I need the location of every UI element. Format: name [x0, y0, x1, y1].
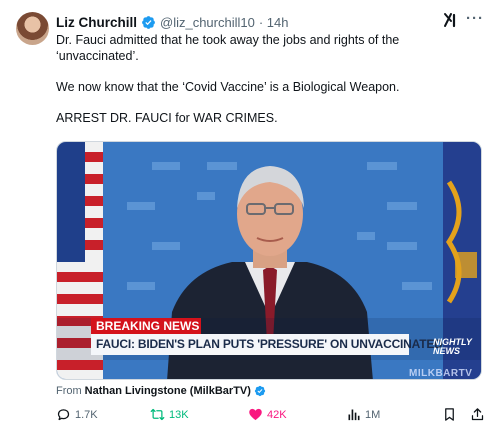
share-button[interactable]	[470, 407, 489, 422]
video-source: From Nathan Livingstone (MilkBarTV)	[56, 385, 266, 397]
network-logo-line: NEWS	[433, 346, 460, 356]
tweet-timestamp[interactable]: · 14h	[259, 15, 289, 30]
repost-count: 13K	[169, 408, 189, 421]
reply-button[interactable]: 1.7K	[56, 407, 98, 422]
tweet-text: Dr. Fauci admitted that he took away the…	[56, 33, 476, 126]
reply-icon	[57, 409, 70, 421]
heart-icon	[249, 408, 262, 421]
views-count: 1M	[365, 408, 381, 421]
news-headline: FAUCI: BIDEN'S PLAN PUTS 'PRESSURE' ON U…	[91, 334, 443, 355]
repost-icon	[150, 408, 165, 421]
like-count: 42K	[267, 408, 287, 421]
like-button[interactable]: 42K	[248, 407, 287, 422]
tweet-text-line: We now know that the ‘Covid Vaccine’ is …	[56, 79, 400, 94]
views-button[interactable]: 1M	[346, 407, 380, 422]
tweet-text-line: Dr. Fauci admitted that he took away the…	[56, 33, 400, 47]
author-avatar[interactable]	[16, 12, 49, 45]
tweet-actions: 1.7K 13K 42K 1M	[56, 407, 486, 425]
source-name-link[interactable]: Nathan Livingstone (MilkBarTV)	[85, 385, 251, 397]
verified-badge-icon	[254, 385, 266, 397]
grok-icon[interactable]	[443, 12, 459, 28]
verified-badge-icon	[142, 15, 155, 29]
tweet-text-line: ARREST DR. FAUCI for WAR CRIMES.	[56, 110, 278, 125]
tweet-text-spacer	[56, 95, 476, 111]
source-prefix: From	[56, 385, 82, 397]
reply-count: 1.7K	[75, 408, 98, 421]
share-icon	[471, 408, 484, 421]
author-handle[interactable]: @liz_churchill10	[160, 15, 255, 30]
breaking-news-label: BREAKING NEWS	[91, 318, 201, 334]
repost-button[interactable]: 13K	[150, 407, 189, 422]
tweet-text-spacer	[56, 64, 476, 80]
tweet-header: Liz Churchill @liz_churchill10 · 14h	[56, 13, 289, 31]
network-logo: NIGHTLY NEWS	[433, 338, 472, 356]
bookmark-button[interactable]	[442, 407, 461, 422]
tweet-video[interactable]: BREAKING NEWS FAUCI: BIDEN'S PLAN PUTS '…	[56, 141, 482, 380]
views-chart-icon	[348, 409, 360, 421]
video-watermark: MILKBARTV	[409, 368, 473, 379]
more-options-icon[interactable]: ···	[466, 10, 484, 27]
tweet-text-line: ‘unvaccinated’.	[56, 48, 139, 63]
tweet-card[interactable]: Liz Churchill @liz_churchill10 · 14h ···…	[0, 0, 500, 436]
bookmark-icon	[445, 408, 454, 421]
author-name[interactable]: Liz Churchill	[56, 15, 137, 30]
